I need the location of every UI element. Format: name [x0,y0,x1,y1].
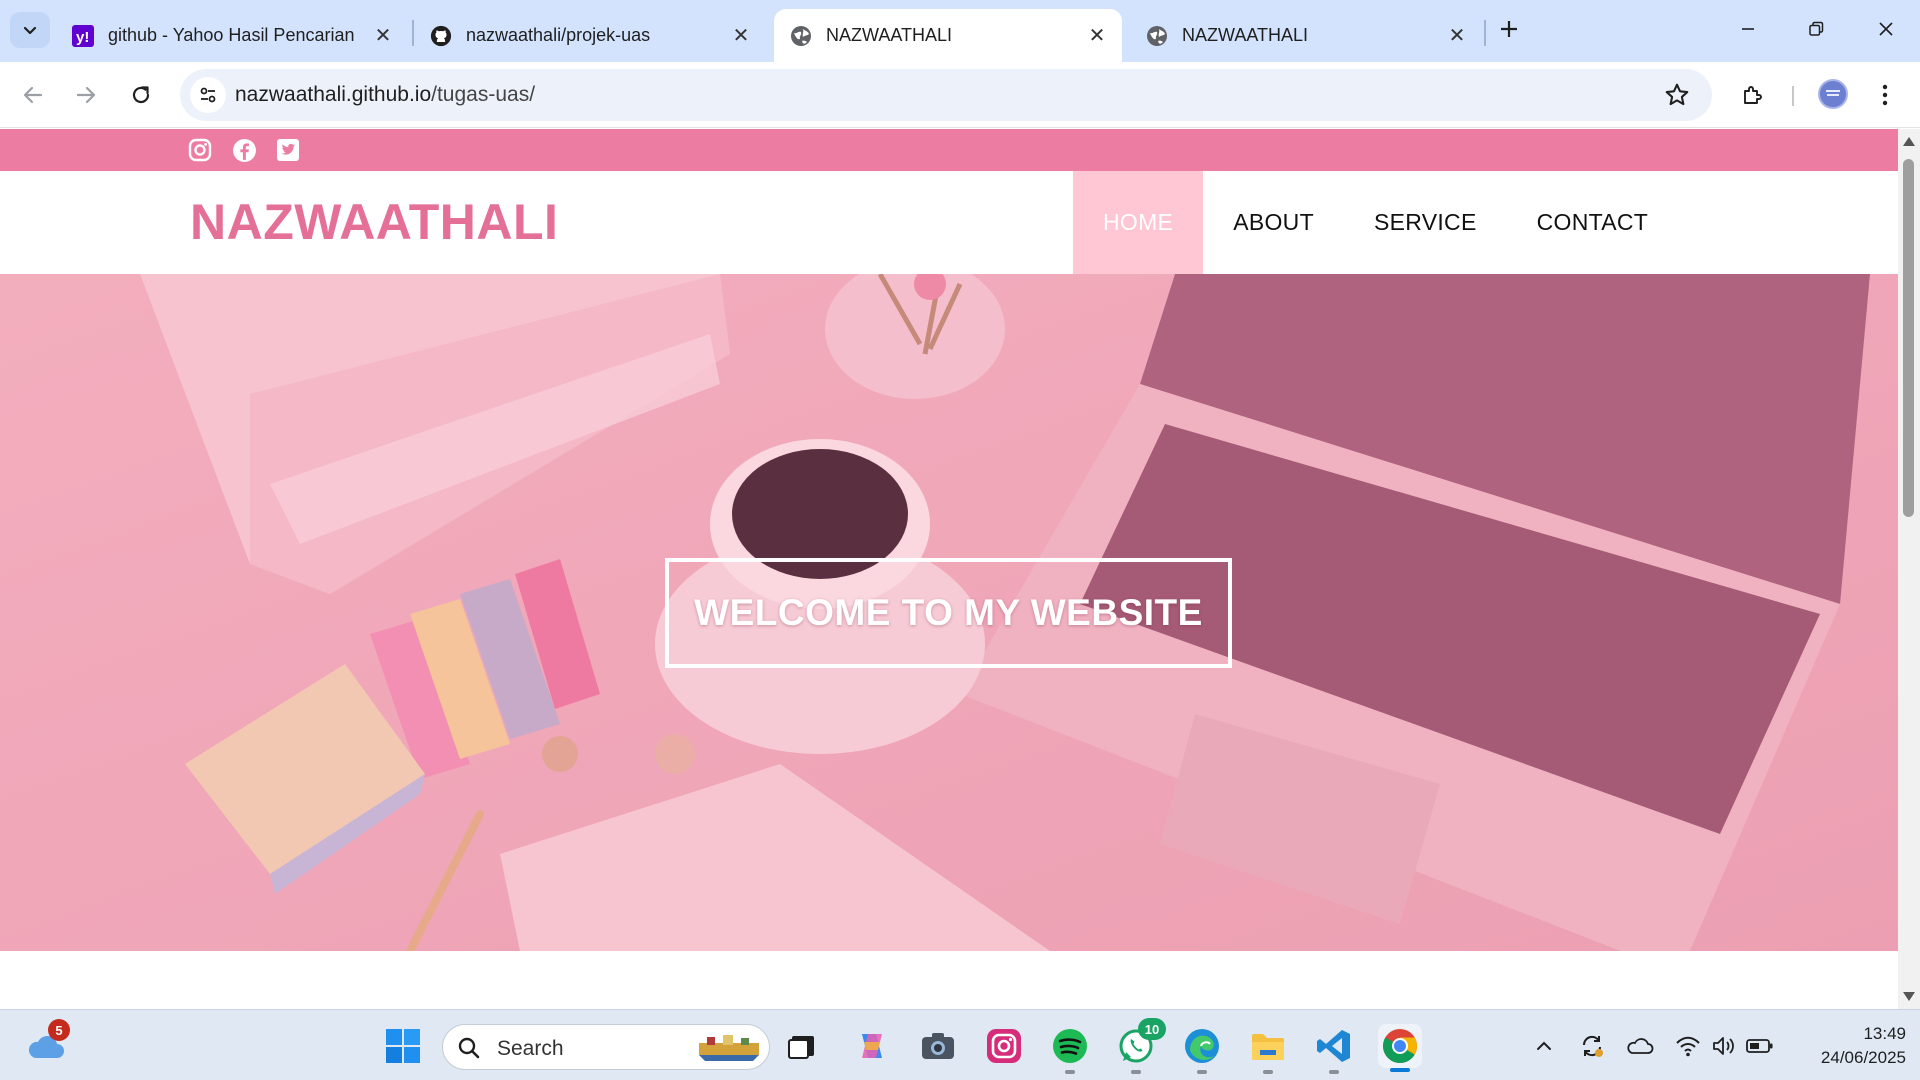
scroll-down-arrow[interactable] [1903,992,1915,1001]
tab-nazwaathali[interactable]: NAZWAATHALI ✕ [1130,9,1482,62]
tune-icon [200,87,216,103]
instagram-icon[interactable] [982,1024,1026,1068]
tab-title: NAZWAATHALI [826,25,953,45]
edge-icon[interactable] [1180,1024,1224,1074]
tab-search-button[interactable] [10,12,50,48]
close-icon[interactable]: ✕ [1446,25,1468,47]
nav-contact[interactable]: CONTACT [1507,171,1679,274]
svg-text:y!: y! [76,29,89,46]
close-icon[interactable]: ✕ [1086,25,1108,47]
yahoo-icon: y! [72,24,94,47]
close-icon[interactable]: ✕ [372,25,394,47]
site-logo[interactable]: NAZWAATHALI [190,193,558,251]
sync-icon[interactable] [1576,1030,1608,1062]
github-icon [430,25,452,47]
onedrive-icon[interactable] [1624,1030,1656,1062]
instagram-icon[interactable] [187,137,213,163]
chevron-up-icon[interactable] [1528,1030,1560,1062]
tab-title: github - Yahoo Hasil Pencarian [108,25,355,45]
taskbar-search[interactable]: Search [442,1024,770,1070]
site-header: NAZWAATHALI HOME ABOUT SERVICE CONTACT [0,171,1898,274]
profile-avatar[interactable] [1818,79,1848,109]
chrome-menu-button[interactable] [1866,76,1904,114]
tab-github[interactable]: nazwaathali/projek-uas ✕ [414,9,766,62]
tab-title: nazwaathali/projek-uas [466,25,651,45]
profile-avatar-image [1820,81,1846,107]
windows-taskbar: 5 Search 10 13:49 24/06/2025 [0,1009,1920,1080]
extensions-button[interactable] [1734,76,1772,114]
weather-badge: 5 [48,1019,70,1041]
scrollbar-thumb[interactable] [1903,159,1914,517]
file-explorer-icon[interactable] [1246,1024,1290,1074]
page-scrollbar[interactable] [1898,129,1920,1009]
restore-icon [1809,21,1824,36]
forward-button[interactable] [66,75,106,115]
chevron-down-icon [23,26,37,35]
kebab-menu-icon [1882,84,1888,106]
clock-date: 24/06/2025 [1820,1048,1906,1067]
hero-welcome-title: WELCOME TO MY WEBSITE [665,558,1232,668]
whatsapp-badge: 10 [1138,1018,1166,1040]
globe-icon [790,25,812,47]
tab-divider [1484,20,1486,46]
reload-icon [132,86,150,104]
whatsapp-icon[interactable]: 10 [1114,1018,1166,1074]
chrome-icon[interactable] [1378,1024,1422,1072]
search-highlight-icon [699,1035,759,1061]
copilot-icon[interactable] [850,1024,894,1068]
battery-icon[interactable] [1744,1030,1776,1062]
new-tab-button[interactable] [1494,14,1524,44]
clock-time: 13:49 [1863,1024,1906,1043]
nav-service[interactable]: SERVICE [1344,171,1507,274]
puzzle-icon [1744,86,1762,104]
plus-icon [1501,21,1517,37]
toolbar-divider [1792,86,1794,106]
social-topbar [0,129,1898,171]
tab-strip: y! github - Yahoo Hasil Pencarian ✕ nazw… [0,0,1920,62]
close-icon [1879,22,1893,36]
tab-yahoo[interactable]: y! github - Yahoo Hasil Pencarian ✕ [56,9,408,62]
minimize-button[interactable] [1718,6,1778,52]
arrow-right-icon [76,86,96,104]
bookmark-star-icon[interactable] [1664,82,1690,108]
camera-icon[interactable] [916,1024,960,1068]
tab-title: NAZWAATHALI [1182,25,1309,45]
wifi-icon[interactable] [1672,1030,1704,1062]
vscode-icon[interactable] [1312,1024,1356,1074]
page-viewport: NAZWAATHALI HOME ABOUT SERVICE CONTACT W… [0,129,1898,1009]
twitter-icon[interactable] [275,137,301,163]
arrow-left-icon [23,86,43,104]
hero-banner: WELCOME TO MY WEBSITE [0,274,1898,951]
weather-widget[interactable]: 5 [24,1019,70,1068]
windows-start-icon[interactable] [381,1024,425,1068]
address-bar[interactable]: nazwaathali.github.io/tugas-uas/ [180,69,1712,121]
url-path: /tugas-uas/ [431,83,536,106]
globe-icon [1146,25,1168,47]
reload-button[interactable] [121,75,161,115]
scroll-up-arrow[interactable] [1903,137,1915,146]
nav-home[interactable]: HOME [1073,171,1204,274]
tab-nazwaathali-active[interactable]: NAZWAATHALI ✕ [774,9,1122,62]
spotify-icon[interactable] [1048,1024,1092,1074]
minimize-icon [1742,28,1754,30]
system-clock[interactable]: 13:49 24/06/2025 [1790,1022,1906,1070]
search-icon [458,1037,480,1059]
facebook-icon[interactable] [231,137,257,163]
browser-toolbar: nazwaathali.github.io/tugas-uas/ [0,62,1920,128]
close-window-button[interactable] [1856,6,1916,52]
task-view-icon[interactable] [780,1024,824,1068]
site-info-button[interactable] [190,77,226,113]
restore-button[interactable] [1786,6,1846,52]
nav-about[interactable]: ABOUT [1203,171,1344,274]
close-icon[interactable]: ✕ [730,25,752,47]
search-label: Search [497,1037,564,1060]
url-text[interactable]: nazwaathali.github.io/tugas-uas/ [235,83,535,107]
volume-icon[interactable] [1708,1030,1740,1062]
back-button[interactable] [13,75,53,115]
url-host: nazwaathali.github.io [235,83,432,106]
main-nav: HOME ABOUT SERVICE CONTACT [1073,171,1678,274]
